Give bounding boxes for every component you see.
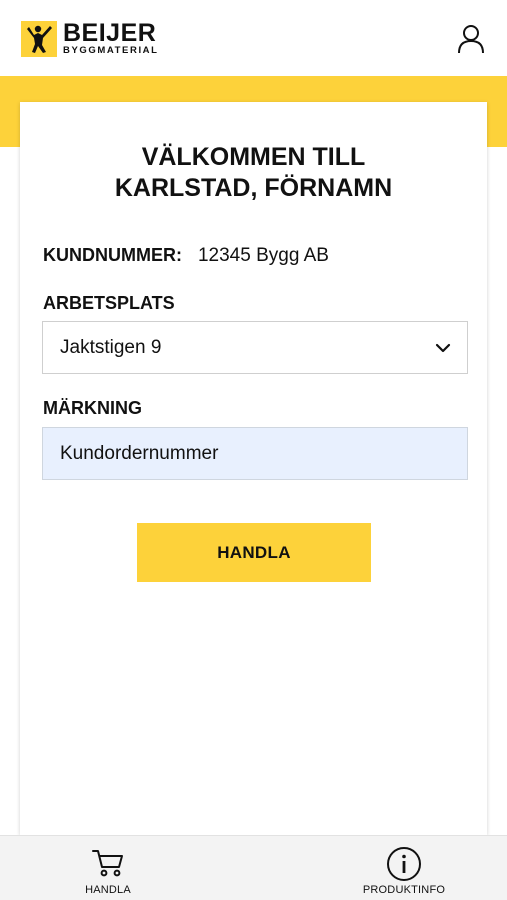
chevron-down-icon (435, 343, 451, 353)
welcome-card: VÄLKOMMEN TILL KARLSTAD, FÖRNAMN KUNDNUM… (20, 102, 487, 835)
welcome-line-1: VÄLKOMMEN TILL (141, 143, 366, 171)
nav-item-shop-label: HANDLA (85, 884, 131, 896)
customer-number-label: KUNDNUMMER: (43, 245, 182, 265)
app-header: BEIJER BYGGMATERIAL (0, 0, 507, 76)
brand-logo-text: BEIJER BYGGMATERIAL (63, 19, 159, 57)
marking-input[interactable]: Kundordernummer (42, 427, 468, 480)
user-profile-button[interactable] (457, 24, 485, 54)
marking-input-value: Kundordernummer (60, 443, 219, 464)
brand-logo[interactable]: BEIJER BYGGMATERIAL (21, 21, 159, 57)
info-icon (387, 847, 421, 881)
marking-label: MÄRKNING (43, 398, 142, 418)
nav-item-product-info[interactable]: PRODUKTINFO (354, 836, 454, 900)
nav-item-shop[interactable]: HANDLA (72, 836, 144, 900)
app-root: BEIJER BYGGMATERIAL VÄLKOMMEN TILL KARLS… (0, 0, 507, 900)
worksite-select[interactable]: Jaktstigen 9 (42, 321, 468, 374)
customer-number-row: KUNDNUMMER: 12345 Bygg AB (43, 245, 329, 267)
welcome-heading: VÄLKOMMEN TILL KARLSTAD, FÖRNAMN (20, 142, 487, 204)
nav-item-product-info-label: PRODUKTINFO (362, 884, 446, 896)
shop-button[interactable]: HANDLA (137, 523, 371, 582)
user-icon (458, 25, 484, 54)
welcome-line-2: KARLSTAD, FÖRNAMN (114, 174, 393, 202)
bottom-navigation: HANDLA PRODUKTINFO (0, 835, 507, 900)
brand-logo-mark (21, 21, 57, 57)
customer-number-value: 12345 Bygg AB (197, 245, 329, 266)
brand-subtitle: BYGGMATERIAL (63, 45, 159, 56)
worksite-selected-value: Jaktstigen 9 (60, 337, 162, 358)
worksite-label: ARBETSPLATS (43, 293, 175, 313)
cart-icon (92, 850, 123, 877)
brand-name: BEIJER (63, 19, 157, 47)
